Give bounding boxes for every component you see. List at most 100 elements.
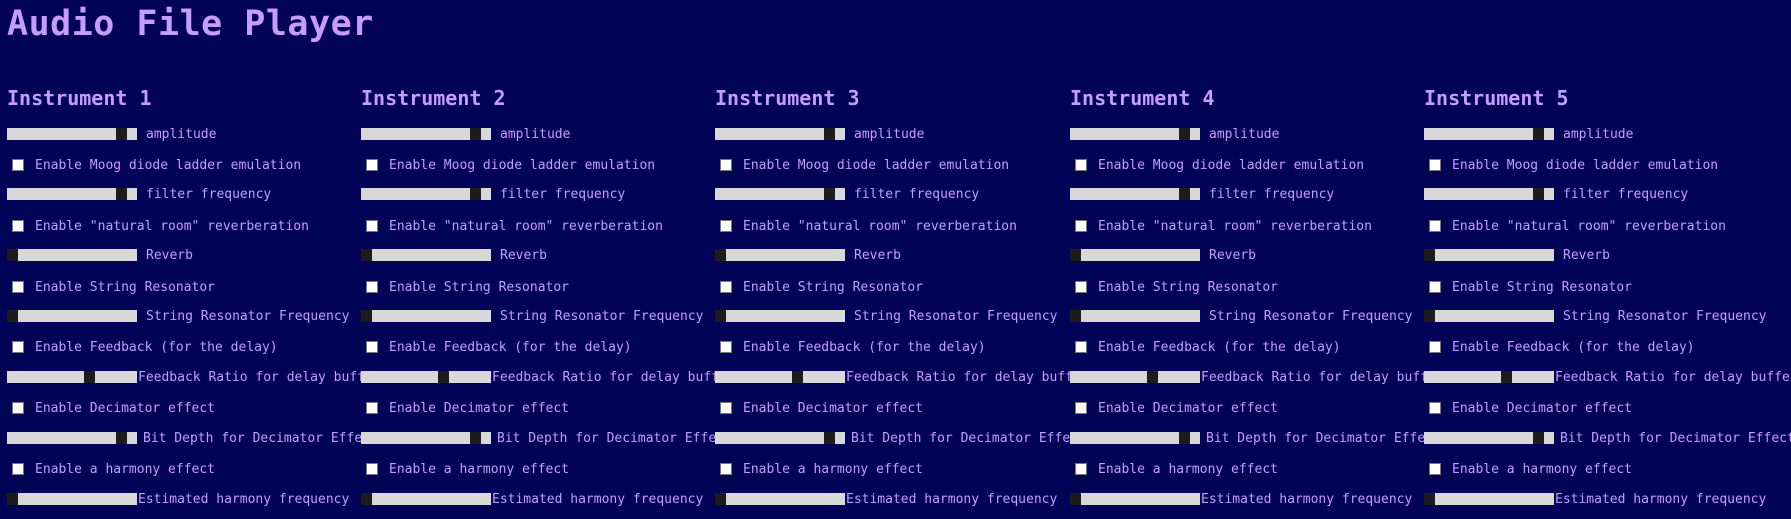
slider[interactable] bbox=[1424, 493, 1554, 505]
slider-thumb[interactable] bbox=[824, 128, 835, 140]
slider[interactable] bbox=[361, 493, 491, 505]
slider[interactable] bbox=[715, 371, 845, 383]
slider-thumb[interactable] bbox=[1179, 432, 1190, 444]
enable-checkbox[interactable] bbox=[720, 341, 732, 353]
slider-thumb[interactable] bbox=[1424, 249, 1435, 261]
slider-thumb[interactable] bbox=[1533, 128, 1544, 140]
slider-thumb[interactable] bbox=[7, 249, 18, 261]
slider-thumb[interactable] bbox=[1501, 371, 1512, 383]
slider-thumb[interactable] bbox=[116, 432, 127, 444]
slider-thumb[interactable] bbox=[1070, 493, 1081, 505]
slider[interactable] bbox=[715, 493, 845, 505]
slider[interactable] bbox=[1070, 249, 1200, 261]
slider[interactable] bbox=[715, 432, 845, 444]
enable-checkbox[interactable] bbox=[12, 402, 24, 414]
enable-checkbox[interactable] bbox=[366, 281, 378, 293]
slider-thumb[interactable] bbox=[438, 371, 449, 383]
slider[interactable] bbox=[7, 432, 137, 444]
slider-thumb[interactable] bbox=[116, 128, 127, 140]
slider[interactable] bbox=[715, 249, 845, 261]
slider[interactable] bbox=[1424, 432, 1554, 444]
enable-checkbox[interactable] bbox=[366, 402, 378, 414]
slider-thumb[interactable] bbox=[1179, 128, 1190, 140]
enable-checkbox[interactable] bbox=[720, 463, 732, 475]
enable-checkbox[interactable] bbox=[12, 341, 24, 353]
slider-thumb[interactable] bbox=[84, 371, 95, 383]
enable-checkbox[interactable] bbox=[1075, 281, 1087, 293]
enable-checkbox[interactable] bbox=[366, 220, 378, 232]
enable-checkbox[interactable] bbox=[1429, 463, 1441, 475]
slider-thumb[interactable] bbox=[715, 310, 726, 322]
enable-checkbox[interactable] bbox=[1429, 341, 1441, 353]
slider[interactable] bbox=[1424, 249, 1554, 261]
slider[interactable] bbox=[361, 128, 491, 140]
enable-checkbox[interactable] bbox=[12, 281, 24, 293]
enable-checkbox[interactable] bbox=[1075, 159, 1087, 171]
slider-thumb[interactable] bbox=[715, 249, 726, 261]
slider[interactable] bbox=[1424, 188, 1554, 200]
enable-checkbox[interactable] bbox=[366, 341, 378, 353]
slider-thumb[interactable] bbox=[1070, 249, 1081, 261]
slider[interactable] bbox=[1070, 128, 1200, 140]
slider[interactable] bbox=[361, 249, 491, 261]
slider-thumb[interactable] bbox=[361, 493, 372, 505]
slider-thumb[interactable] bbox=[824, 188, 835, 200]
enable-checkbox[interactable] bbox=[12, 220, 24, 232]
slider-thumb[interactable] bbox=[792, 371, 803, 383]
enable-checkbox[interactable] bbox=[1075, 402, 1087, 414]
enable-checkbox[interactable] bbox=[1075, 220, 1087, 232]
enable-checkbox[interactable] bbox=[12, 159, 24, 171]
slider[interactable] bbox=[1424, 371, 1554, 383]
slider[interactable] bbox=[7, 249, 137, 261]
slider[interactable] bbox=[715, 310, 845, 322]
slider[interactable] bbox=[361, 432, 491, 444]
slider[interactable] bbox=[1070, 188, 1200, 200]
enable-checkbox[interactable] bbox=[1075, 341, 1087, 353]
slider[interactable] bbox=[7, 371, 137, 383]
slider-thumb[interactable] bbox=[1533, 432, 1544, 444]
slider[interactable] bbox=[7, 310, 137, 322]
slider[interactable] bbox=[7, 188, 137, 200]
enable-checkbox[interactable] bbox=[366, 159, 378, 171]
slider-thumb[interactable] bbox=[116, 188, 127, 200]
slider-thumb[interactable] bbox=[715, 493, 726, 505]
slider[interactable] bbox=[361, 371, 491, 383]
slider[interactable] bbox=[7, 128, 137, 140]
enable-checkbox[interactable] bbox=[1429, 402, 1441, 414]
slider[interactable] bbox=[7, 493, 137, 505]
slider-thumb[interactable] bbox=[1147, 371, 1158, 383]
slider[interactable] bbox=[715, 188, 845, 200]
slider-thumb[interactable] bbox=[470, 128, 481, 140]
slider-thumb[interactable] bbox=[1424, 310, 1435, 322]
slider[interactable] bbox=[361, 188, 491, 200]
slider[interactable] bbox=[1424, 310, 1554, 322]
slider-thumb[interactable] bbox=[1424, 493, 1435, 505]
enable-checkbox[interactable] bbox=[366, 463, 378, 475]
slider-thumb[interactable] bbox=[824, 432, 835, 444]
slider[interactable] bbox=[1070, 310, 1200, 322]
slider-thumb[interactable] bbox=[1179, 188, 1190, 200]
slider[interactable] bbox=[1070, 371, 1200, 383]
enable-checkbox[interactable] bbox=[1429, 159, 1441, 171]
slider-thumb[interactable] bbox=[361, 249, 372, 261]
slider-thumb[interactable] bbox=[1533, 188, 1544, 200]
enable-checkbox[interactable] bbox=[1429, 281, 1441, 293]
enable-checkbox[interactable] bbox=[12, 463, 24, 475]
slider[interactable] bbox=[1070, 432, 1200, 444]
slider[interactable] bbox=[715, 128, 845, 140]
slider[interactable] bbox=[1070, 493, 1200, 505]
slider-thumb[interactable] bbox=[361, 310, 372, 322]
slider-thumb[interactable] bbox=[7, 493, 18, 505]
enable-checkbox[interactable] bbox=[1429, 220, 1441, 232]
slider-thumb[interactable] bbox=[1070, 310, 1081, 322]
enable-checkbox[interactable] bbox=[720, 220, 732, 232]
enable-checkbox[interactable] bbox=[720, 159, 732, 171]
slider-thumb[interactable] bbox=[470, 432, 481, 444]
slider-thumb[interactable] bbox=[7, 310, 18, 322]
slider-thumb[interactable] bbox=[470, 188, 481, 200]
enable-checkbox[interactable] bbox=[1075, 463, 1087, 475]
enable-checkbox[interactable] bbox=[720, 281, 732, 293]
slider[interactable] bbox=[1424, 128, 1554, 140]
slider[interactable] bbox=[361, 310, 491, 322]
enable-checkbox[interactable] bbox=[720, 402, 732, 414]
